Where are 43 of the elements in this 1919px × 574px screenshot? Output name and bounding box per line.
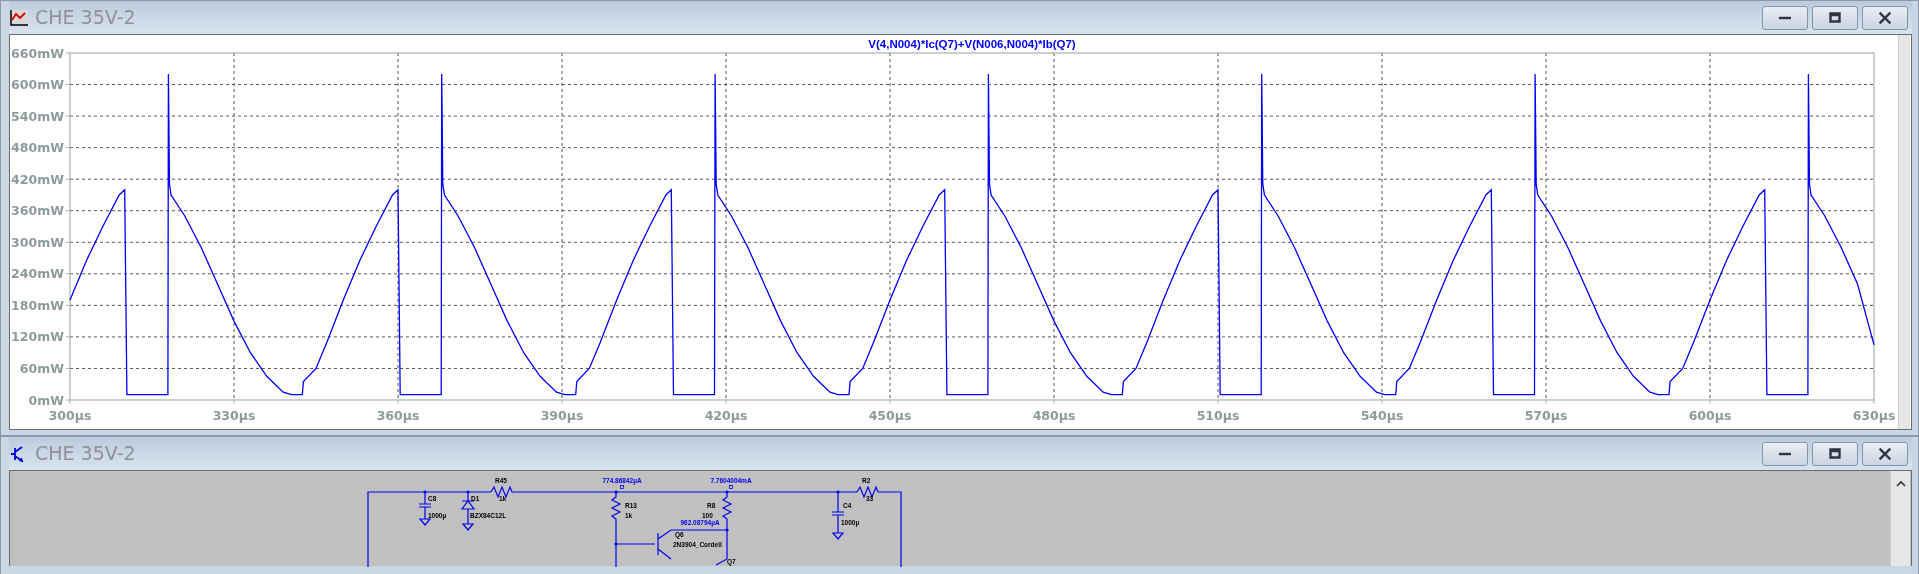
maximize-icon (1829, 448, 1841, 459)
tick-label: 540µs (1360, 408, 1404, 423)
minimize-button[interactable] (1762, 5, 1808, 30)
close-icon (1879, 11, 1891, 24)
maximize-button[interactable] (1812, 441, 1858, 466)
tick-label: 420µs (704, 408, 748, 423)
tick-label: 300mW (11, 234, 64, 250)
scrollbar-track[interactable] (1898, 35, 1910, 429)
close-button[interactable] (1862, 5, 1908, 30)
tick-label: 120mW (11, 329, 64, 345)
window-title: CHE 35V-2 (35, 8, 136, 27)
tick-label: 360µs (376, 408, 420, 423)
trace-name: V(4,N004)*Ic(Q7)+V(N006,N004)*Ib(Q7) (868, 38, 1076, 50)
tick-label: 480µs (1032, 408, 1076, 423)
tick-label: 0mW (28, 392, 64, 408)
tick-label: 330µs (212, 408, 256, 423)
minimize-button[interactable] (1762, 441, 1808, 466)
tick-label: 450µs (868, 408, 912, 423)
close-button[interactable] (1862, 441, 1908, 466)
close-icon (1879, 447, 1891, 460)
tick-label: 300µs (48, 408, 92, 423)
tick-label: 660mW (11, 45, 64, 61)
tick-label: 600mW (11, 77, 64, 93)
tick-label: 540mW (11, 108, 64, 124)
maximize-icon (1829, 12, 1841, 23)
waveform-icon (9, 7, 29, 28)
minimize-icon (1779, 451, 1791, 456)
tick-label: 240mW (11, 266, 64, 282)
tick-label: 510µs (1196, 408, 1240, 423)
tick-label: 180mW (11, 297, 64, 313)
scroll-up-icon[interactable] (1894, 479, 1907, 489)
tick-label: 60mW (19, 360, 64, 376)
tick-label: 480mW (11, 140, 64, 156)
tick-label: 630µs (1852, 408, 1896, 423)
tick-label: 570µs (1524, 408, 1568, 423)
scrollbar-track[interactable] (1890, 471, 1910, 566)
tick-label: 600µs (1688, 408, 1732, 423)
maximize-button[interactable] (1812, 5, 1858, 30)
minimize-icon (1779, 15, 1791, 20)
tick-label: 420mW (11, 171, 64, 187)
window-title: CHE 35V-2 (35, 444, 136, 463)
tick-label: 360mW (11, 203, 64, 219)
tick-label: 390µs (540, 408, 584, 423)
